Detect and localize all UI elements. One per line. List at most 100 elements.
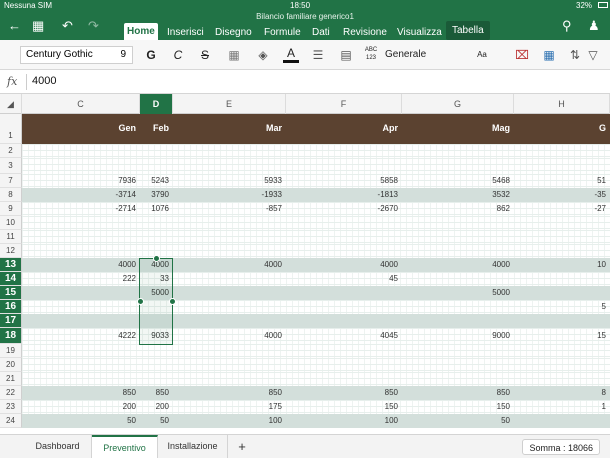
bold-button[interactable]: G [143,46,159,64]
cell[interactable]: 175 [173,400,286,414]
cell[interactable]: 850 [286,386,402,400]
row-header[interactable]: 14 [0,272,22,286]
cell[interactable]: 222 [22,272,140,286]
cell[interactable] [22,230,140,244]
tab-inserisci[interactable]: Inserisci [167,26,204,40]
tab-formule[interactable]: Formule [264,26,301,40]
sheet-tab-installazione[interactable]: Installazione [158,435,228,458]
cell[interactable] [514,244,610,258]
cell[interactable]: 850 [173,386,286,400]
cell[interactable]: 50 [22,414,140,428]
cell[interactable]: 50 [140,414,173,428]
cell[interactable]: 5858 [286,174,402,188]
cell[interactable] [286,244,402,258]
cell[interactable]: -2670 [286,202,402,216]
cell[interactable]: 862 [402,202,514,216]
column-header-f[interactable]: F [286,94,402,114]
cell-g1[interactable]: Mag [402,123,514,133]
selection-handle-right[interactable] [169,298,176,305]
cell[interactable]: 3532 [402,188,514,202]
cell[interactable]: 5468 [402,174,514,188]
tab-disegno[interactable]: Disegno [215,26,252,40]
cell[interactable] [286,144,402,158]
cell[interactable] [22,286,140,300]
column-header-d[interactable]: D [140,94,173,114]
cell[interactable] [286,372,402,386]
font-size-value[interactable]: 9 [120,47,126,63]
cell[interactable] [173,344,286,358]
sheet-tab-dashboard[interactable]: Dashboard [24,435,92,458]
cell[interactable] [22,144,140,158]
cell[interactable]: -3714 [22,188,140,202]
filter-icon[interactable]: ▽ [585,46,601,64]
cell[interactable]: 7936 [22,174,140,188]
cell[interactable] [173,272,286,286]
formula-input[interactable]: 4000 [32,75,56,87]
column-header-h[interactable]: H [514,94,610,114]
cell[interactable]: 4222 [22,328,140,344]
cell[interactable]: 1 [514,400,610,414]
row-header[interactable]: 2 [0,144,22,158]
cell[interactable] [140,344,173,358]
cell[interactable] [22,300,140,314]
row-header[interactable]: 16 [0,300,22,314]
cell[interactable] [173,286,286,300]
cell[interactable]: 5933 [173,174,286,188]
cell[interactable] [286,286,402,300]
cell[interactable] [173,244,286,258]
cell[interactable]: -35 [514,188,610,202]
cell[interactable]: 8 [514,386,610,400]
row-header[interactable]: 24 [0,414,22,428]
cell[interactable]: 4000 [173,328,286,344]
cell[interactable]: -857 [173,202,286,216]
row-header[interactable]: 8 [0,188,22,202]
cell[interactable] [286,358,402,372]
cell[interactable]: 5243 [140,174,173,188]
italic-button[interactable]: C [170,46,186,64]
row-header[interactable]: 13 [0,258,22,272]
cell[interactable]: 9000 [402,328,514,344]
cell[interactable]: 5000 [402,286,514,300]
row-header[interactable]: 15 [0,286,22,300]
cell[interactable] [514,372,610,386]
cell[interactable]: 4000 [286,258,402,272]
cell[interactable] [22,158,140,174]
add-sheet-button[interactable]: + [228,435,256,458]
cell-f1[interactable]: Apr [286,123,402,133]
cell[interactable]: 10 [514,258,610,272]
cell[interactable]: 100 [173,414,286,428]
cell[interactable] [286,158,402,174]
font-color-button[interactable]: A [283,46,299,63]
cell[interactable] [514,344,610,358]
delete-cells-icon[interactable]: ⌧ [514,46,530,64]
back-icon[interactable]: ← [8,18,21,33]
cell[interactable] [140,216,173,230]
cell[interactable] [514,286,610,300]
selection-handle-left[interactable] [137,298,144,305]
cell[interactable] [402,272,514,286]
cell[interactable] [286,314,402,328]
cell[interactable]: 200 [140,400,173,414]
cell[interactable] [173,230,286,244]
cell[interactable]: 4000 [173,258,286,272]
tab-visualizza[interactable]: Visualizza [397,26,442,40]
cell[interactable] [173,216,286,230]
number-format-abc-icon[interactable]: ABC 123 [362,46,380,64]
cell[interactable]: 51 [514,174,610,188]
cell[interactable] [402,144,514,158]
cell[interactable] [140,372,173,386]
cell[interactable] [402,216,514,230]
cell[interactable]: 200 [22,400,140,414]
cell[interactable] [286,230,402,244]
cell[interactable] [286,300,402,314]
cell[interactable] [286,344,402,358]
cell[interactable]: 15 [514,328,610,344]
column-header-c[interactable]: C [22,94,140,114]
cell[interactable] [22,372,140,386]
cell[interactable]: 4000 [22,258,140,272]
cell[interactable]: -1813 [286,188,402,202]
cell[interactable] [514,358,610,372]
tab-revisione[interactable]: Revisione [343,26,387,40]
cell[interactable] [402,230,514,244]
cell[interactable] [173,144,286,158]
